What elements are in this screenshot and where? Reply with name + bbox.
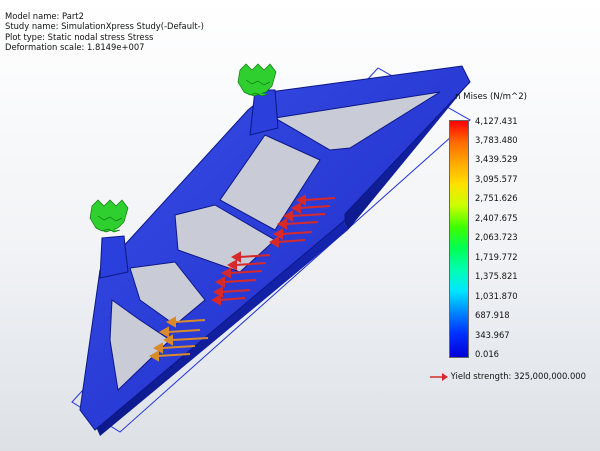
legend-title: n Mises (N/m^2) [455, 92, 528, 102]
stress-colorbar [449, 120, 469, 358]
fixture-left-icon[interactable] [89, 199, 129, 233]
legend-tick: 1,719.772 [475, 252, 518, 262]
legend-tick: 3,439.529 [475, 154, 518, 164]
legend-tick: 3,095.577 [475, 174, 518, 184]
legend-tick: 2,751.626 [475, 193, 518, 203]
legend-tick: 2,407.675 [475, 213, 518, 223]
yield-arrow-icon [430, 372, 448, 381]
legend-tick: 2,063.723 [475, 232, 518, 242]
legend-tick: 1,031.870 [475, 291, 518, 301]
yield-strength: Yield strength: 325,000,000.000 [430, 371, 586, 381]
legend-tick: 687.918 [475, 310, 510, 320]
legend-tick: 4,127.431 [475, 116, 518, 126]
legend-tick: 1,375.821 [475, 271, 518, 281]
bracket-part[interactable] [79, 65, 471, 436]
legend-tick: 343.967 [475, 330, 510, 340]
legend-tick: 3,783.480 [475, 135, 518, 145]
legend-tick: 0.016 [475, 349, 499, 359]
graphics-viewport[interactable] [0, 0, 600, 451]
yield-strength-text: Yield strength: 325,000,000.000 [450, 371, 586, 381]
